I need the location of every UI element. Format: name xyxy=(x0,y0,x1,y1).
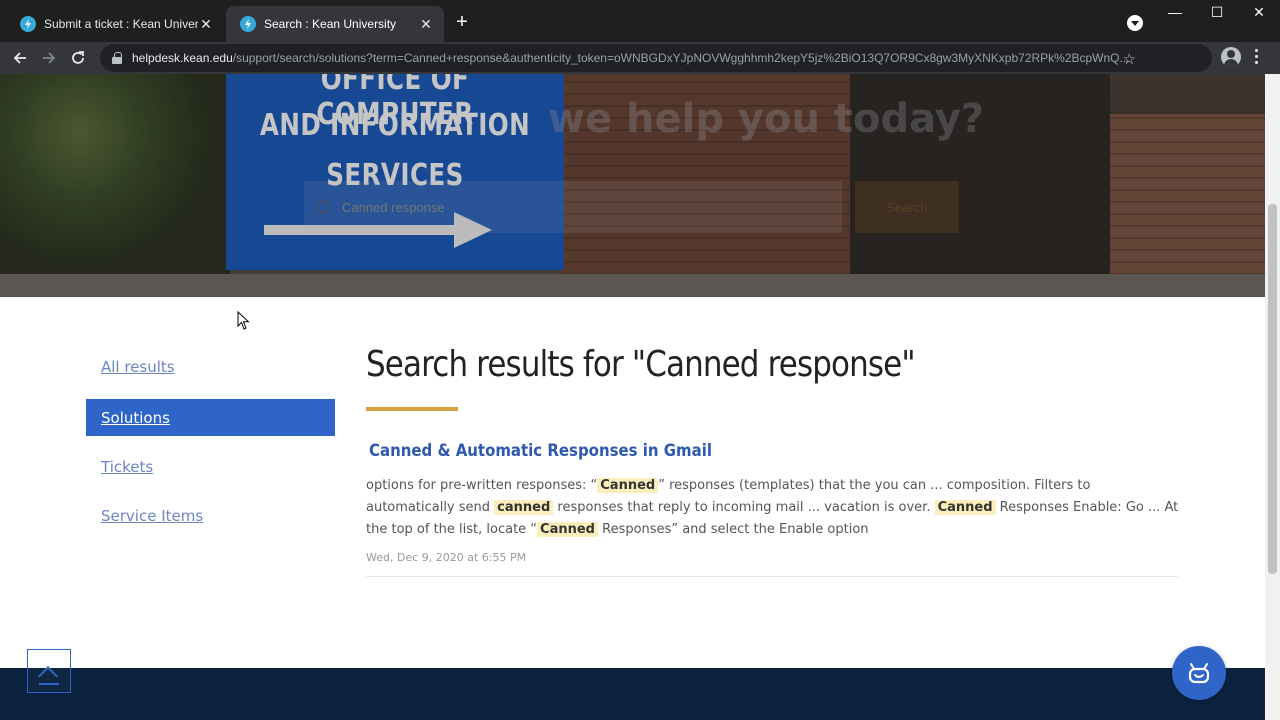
tab-search[interactable]: Search : Kean University ✕ xyxy=(226,6,444,42)
page-footer xyxy=(0,668,1265,720)
hero-search-box[interactable] xyxy=(304,181,842,233)
browser-tab-bar: Submit a ticket : Kean University ✕ Sear… xyxy=(0,0,1280,42)
snippet-text: options for pre-written responses: “ xyxy=(366,478,598,493)
freshservice-favicon-icon xyxy=(240,16,256,32)
minimize-icon[interactable]: — xyxy=(1165,4,1185,24)
page-title: Search results for "Canned response" xyxy=(366,344,916,385)
hero-heading: we help you today? xyxy=(548,96,985,142)
bookmark-star-icon[interactable]: ☆ xyxy=(1123,50,1136,68)
result-item: Canned & Automatic Responses in Gmail op… xyxy=(366,411,1181,577)
snippet-highlight: canned xyxy=(494,500,554,515)
page-scrollbar[interactable] xyxy=(1265,74,1280,720)
snippet-highlight: Canned xyxy=(537,522,598,537)
reload-icon[interactable] xyxy=(67,47,89,69)
search-button[interactable]: Search xyxy=(855,181,959,233)
new-tab-button[interactable]: + xyxy=(452,12,472,33)
result-snippet: options for pre-written responses: “Cann… xyxy=(366,475,1181,541)
freshservice-favicon-icon xyxy=(20,16,36,32)
snippet-text: Responses” and select the Enable option xyxy=(597,522,869,537)
mouse-cursor-icon xyxy=(237,311,250,330)
tab-title: Search : Kean University xyxy=(264,17,397,31)
profile-avatar-icon[interactable] xyxy=(1221,47,1241,67)
sidebar-item-service-items[interactable]: Service Items xyxy=(86,497,335,534)
back-to-top-button[interactable] xyxy=(27,649,71,693)
lock-icon xyxy=(112,52,122,64)
url-path: /support/search/solutions?term=Canned+re… xyxy=(232,51,1130,65)
snippet-highlight: Canned xyxy=(597,478,659,493)
result-title-link[interactable]: Canned & Automatic Responses in Gmail xyxy=(369,441,712,461)
search-results: Search results for "Canned response" Can… xyxy=(366,344,1181,577)
tab-search-dropdown-icon[interactable] xyxy=(1127,15,1143,31)
back-arrow-icon[interactable] xyxy=(9,47,31,69)
search-icon xyxy=(316,200,330,214)
close-tab-icon[interactable]: ✕ xyxy=(418,16,434,32)
window-close-icon[interactable]: ✕ xyxy=(1249,4,1269,24)
result-divider xyxy=(366,576,1178,577)
tab-submit-ticket[interactable]: Submit a ticket : Kean University ✕ xyxy=(6,6,224,42)
maximize-icon[interactable]: ☐ xyxy=(1207,4,1227,24)
page-viewport: OFFICE OF COMPUTER AND INFORMATION SERVI… xyxy=(0,74,1265,720)
sidebar-item-all-results[interactable]: All results xyxy=(86,348,335,385)
browser-toolbar: helpdesk.kean.edu/support/search/solutio… xyxy=(0,42,1280,74)
sidebar-item-solutions[interactable]: Solutions xyxy=(86,399,335,436)
chat-bot-button[interactable] xyxy=(1172,646,1226,700)
address-bar[interactable]: helpdesk.kean.edu/support/search/solutio… xyxy=(100,44,1212,72)
result-date: Wed, Dec 9, 2020 at 6:55 PM xyxy=(366,551,527,564)
url-host: helpdesk.kean.edu xyxy=(132,51,233,65)
tab-title: Submit a ticket : Kean University xyxy=(44,17,198,31)
snippet-highlight: Canned xyxy=(934,500,996,515)
chat-bot-icon xyxy=(1188,663,1210,684)
search-input[interactable] xyxy=(342,199,742,215)
close-tab-icon[interactable]: ✕ xyxy=(198,16,214,32)
hero-banner: OFFICE OF COMPUTER AND INFORMATION SERVI… xyxy=(0,74,1265,297)
snippet-text: responses that reply to incoming mail ..… xyxy=(553,500,935,515)
scrollbar-thumb[interactable] xyxy=(1268,204,1277,574)
sidebar-item-tickets[interactable]: Tickets xyxy=(86,448,335,485)
forward-arrow-icon[interactable] xyxy=(38,47,60,69)
browser-menu-icon[interactable] xyxy=(1255,49,1259,67)
